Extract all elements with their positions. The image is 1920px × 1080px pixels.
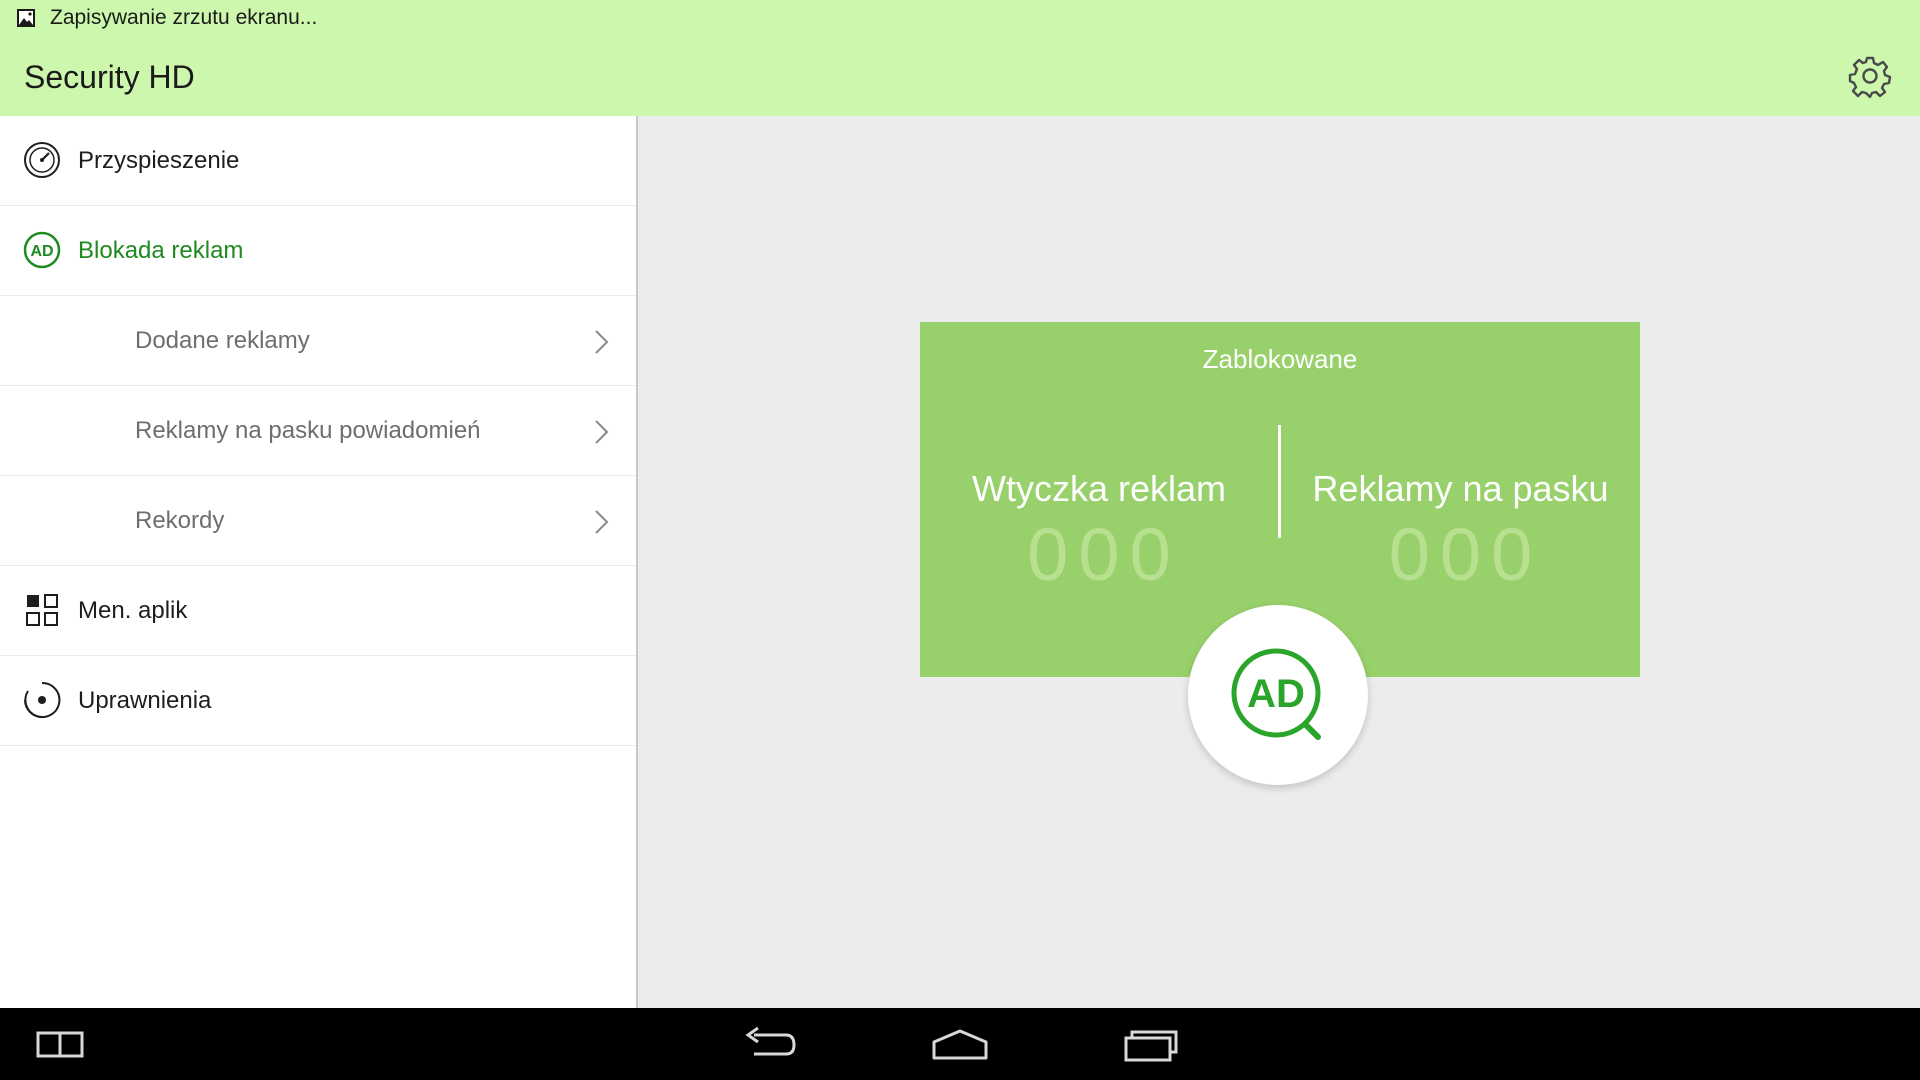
ad-search-icon: AD	[1231, 648, 1321, 740]
sidebar-item-label: Dodane reklamy	[135, 326, 310, 354]
notification-ads-label: Reklamy na pasku	[1312, 468, 1609, 509]
recents-icon[interactable]	[1124, 1024, 1182, 1064]
card-title: Zablokowane	[1202, 344, 1358, 374]
sidebar-item-przyspieszenie[interactable]: Przyspieszenie	[0, 116, 636, 206]
back-icon[interactable]	[740, 1024, 800, 1064]
app-title: Security HD	[24, 59, 195, 95]
sidebar-item-label: Blokada reklam	[78, 236, 244, 264]
chevron-right-icon	[595, 420, 609, 444]
header: Zapisywanie zrzutu ekranu... Security HD	[0, 0, 1920, 116]
sidebar-item-rekordy[interactable]: Rekordy	[0, 476, 636, 566]
chevron-right-icon	[595, 510, 609, 534]
home-icon[interactable]	[930, 1024, 990, 1064]
sidebar-item-uprawnienia[interactable]: Uprawnienia	[0, 656, 636, 746]
sidebar-item-blokada-reklam[interactable]: AD Blokada reklam	[0, 206, 636, 296]
navigation-bar	[0, 1008, 1920, 1080]
ad-icon: AD	[23, 231, 61, 269]
sidebar-item-reklamy-na-pasku[interactable]: Reklamy na pasku powiadomień	[0, 386, 636, 476]
sidebar-item-men-aplik[interactable]: Men. aplik	[0, 566, 636, 656]
grid-apps-icon	[26, 594, 58, 626]
speedometer-icon	[24, 142, 60, 178]
svg-text:AD: AD	[30, 243, 53, 260]
sidebar-item-dodane-reklamy[interactable]: Dodane reklamy	[0, 296, 636, 386]
svg-text:AD: AD	[1247, 672, 1305, 716]
ad-scan-button[interactable]: AD	[1188, 605, 1368, 785]
image-icon	[17, 9, 35, 27]
notification-ads-count: 000	[1388, 513, 1543, 596]
chevron-right-icon	[595, 330, 609, 354]
sidebar-item-label: Men. aplik	[78, 596, 188, 624]
sidebar-item-label: Przyspieszenie	[78, 146, 240, 174]
gear-icon[interactable]	[1848, 54, 1892, 98]
sidebar-item-label: Rekordy	[135, 506, 225, 534]
notification-text: Zapisywanie zrzutu ekranu...	[50, 6, 318, 29]
ad-plugin-count: 000	[1027, 513, 1181, 596]
sidebar: Przyspieszenie AD Blokada reklam Dodane …	[0, 116, 638, 1008]
sidebar-item-label: Uprawnienia	[78, 686, 212, 714]
sidebar-item-label: Reklamy na pasku powiadomień	[135, 416, 481, 444]
ad-plugin-label: Wtyczka reklam	[971, 468, 1227, 509]
permissions-icon	[24, 681, 61, 718]
split-screen-icon[interactable]	[36, 1024, 84, 1064]
status-bar: Zapisywanie zrzutu ekranu...	[0, 0, 1920, 36]
